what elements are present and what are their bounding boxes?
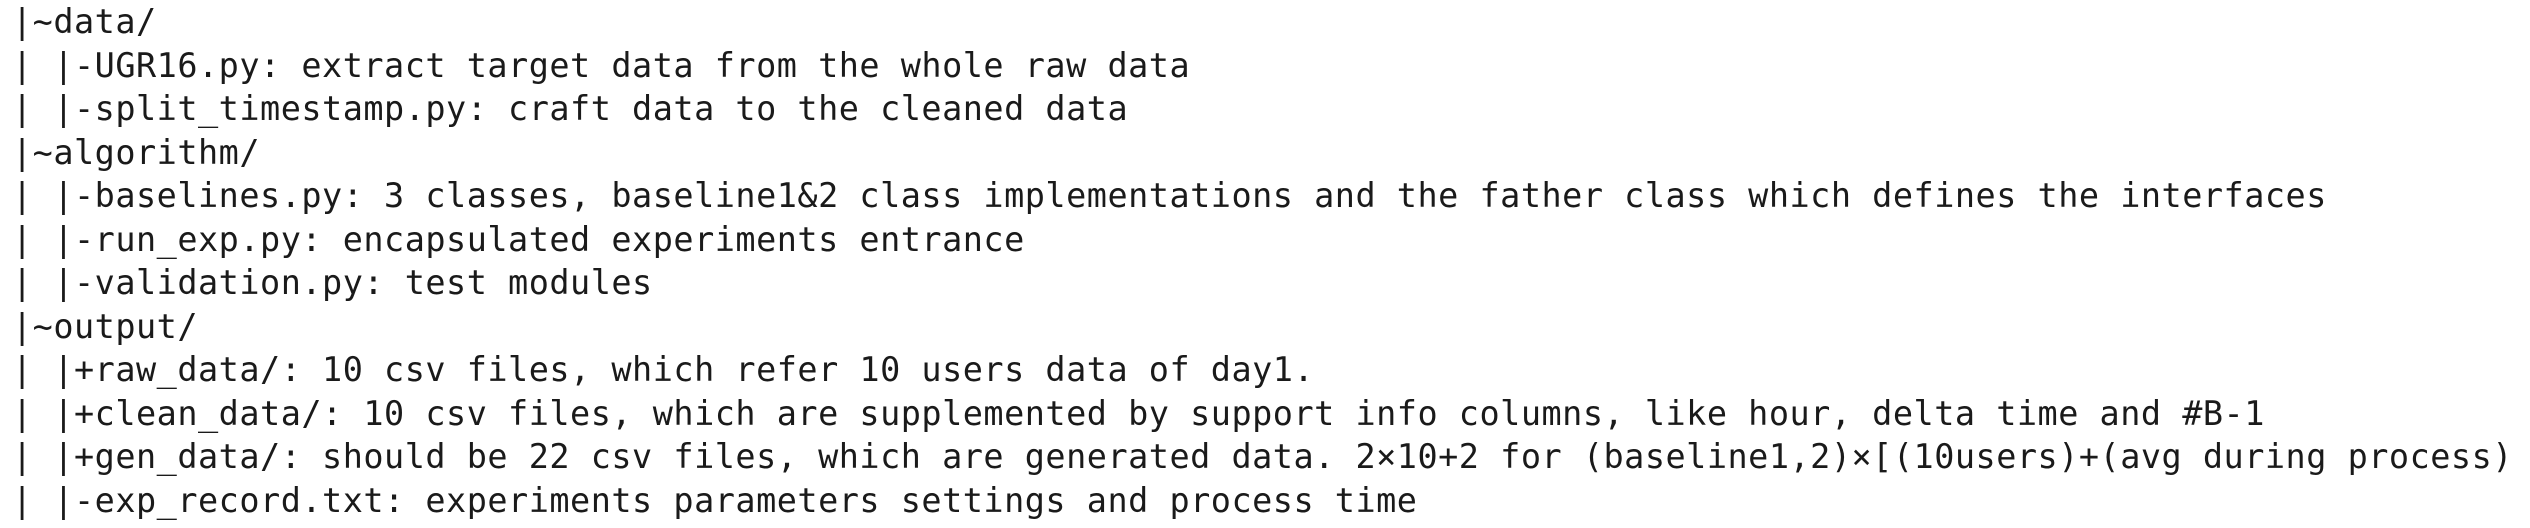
tree-line-validation: | |-validation.py: test modules: [12, 263, 653, 302]
tree-line-gen-data: | |+gen_data/: should be 22 csv files, w…: [12, 437, 2513, 476]
tree-line-split-timestamp: | |-split_timestamp.py: craft data to th…: [12, 89, 1129, 128]
tree-line-raw-data: | |+raw_data/: 10 csv files, which refer…: [12, 350, 1315, 389]
tree-line-clean-data: | |+clean_data/: 10 csv files, which are…: [12, 393, 2265, 433]
tree-line-exp-record: | |-exp_record.txt: experiments paramete…: [12, 480, 1418, 520]
tree-line-baselines: | |-baselines.py: 3 classes, baseline1&2…: [12, 176, 2327, 215]
tree-line-run-exp: | |-run_exp.py: encapsulated experiments…: [12, 219, 1025, 259]
tree-line-algorithm-folder: |~algorithm/: [12, 132, 261, 172]
directory-tree: |~data/ | |-UGR16.py: extract target dat…: [12, 0, 2522, 522]
tree-line-ugr16: | |-UGR16.py: extract target data from t…: [12, 45, 1191, 85]
tree-line-data-folder: |~data/: [12, 2, 157, 41]
tree-line-output-folder: |~output/: [12, 306, 199, 346]
